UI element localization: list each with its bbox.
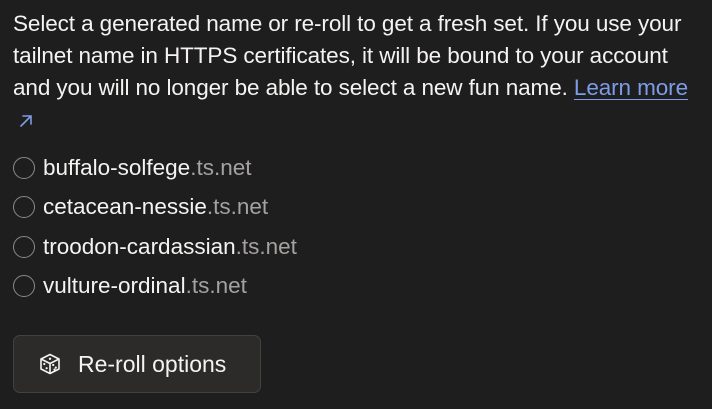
name-option[interactable]: cetacean-nessie .ts.net [13, 188, 703, 228]
reroll-options-button[interactable]: Re-roll options [13, 335, 261, 393]
name-option[interactable]: troodon-cardassian .ts.net [13, 227, 703, 267]
reroll-button-label: Re-roll options [78, 350, 227, 377]
name-options-list: buffalo-solfege .ts.net cetacean-nessie .t… [13, 148, 703, 306]
option-suffix: .ts.net [206, 194, 269, 220]
radio-button[interactable] [13, 275, 35, 298]
option-name: vulture-ordinal [43, 273, 186, 299]
option-suffix: .ts.net [190, 154, 252, 180]
name-option[interactable]: vulture-ordinal .ts.net [13, 267, 703, 307]
learn-more-label: Learn more [573, 75, 688, 100]
description-text: Select a generated name or re-roll to ge… [13, 8, 703, 137]
option-name: cetacean-nessie [43, 194, 207, 220]
radio-button[interactable] [13, 235, 35, 258]
option-suffix: .ts.net [185, 273, 247, 299]
dice-icon [38, 352, 62, 376]
radio-button[interactable] [13, 156, 35, 179]
external-arrow-icon [19, 105, 33, 137]
name-option[interactable]: buffalo-solfege .ts.net [13, 148, 703, 188]
option-suffix: .ts.net [235, 233, 297, 259]
tailnet-name-panel: Select a generated name or re-roll to ge… [13, 8, 703, 393]
radio-button[interactable] [13, 196, 35, 219]
option-name: troodon-cardassian [43, 233, 236, 259]
option-name: buffalo-solfege [43, 154, 191, 180]
